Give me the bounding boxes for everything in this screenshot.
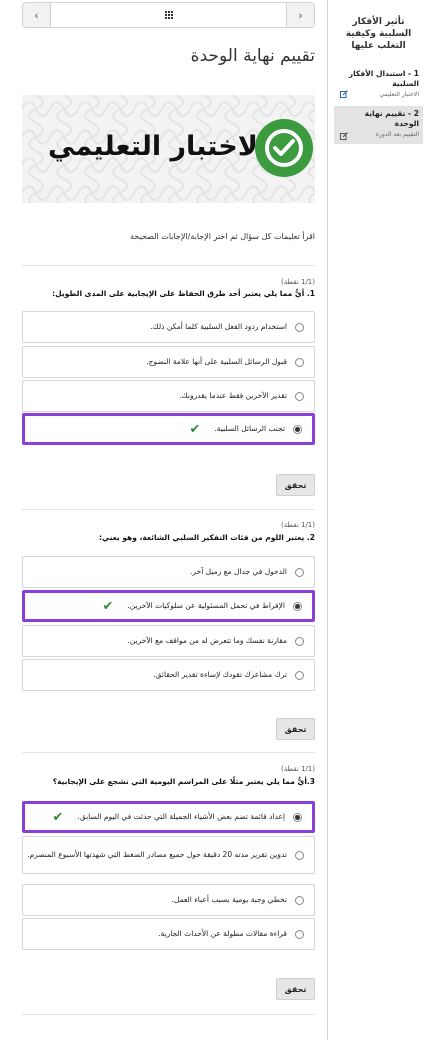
unit-navigation: ‹ › [22, 2, 315, 28]
option-label: إعداد قائمة تضم بعض الأشياء الجميلة التي… [77, 812, 285, 821]
option-label: قراءة مقالات مطولة عن الأحداث الجارية. [158, 929, 287, 938]
option-label: تخطي وجبة يومية بسبب أعباء العمل. [171, 895, 288, 904]
unit-menu-button[interactable] [51, 3, 286, 27]
radio-button[interactable] [295, 391, 304, 401]
separator [22, 1014, 315, 1015]
quiz-banner: الاختبار التعليمي [22, 95, 315, 203]
option-label: ترك مشاعرك تقودك لإساءة تقدير الحقائق. [153, 670, 287, 679]
option-label: استخدام ردود الفعل السلبية كلما أمكن ذلك… [150, 322, 287, 331]
question-3-option-1[interactable]: إعداد قائمة تضم بعض الأشياء الجميلة التي… [22, 801, 315, 833]
question-1-option-1[interactable]: استخدام ردود الفعل السلبية كلما أمكن ذلك… [22, 311, 315, 343]
radio-button[interactable] [295, 322, 304, 332]
option-label: تدوين تقرير مدته 20 دقيقة حول جميع مصادر… [27, 850, 287, 859]
option-label: تجنب الرسائل السلبية. [214, 424, 285, 433]
separator [22, 509, 315, 510]
sidebar-item-subtitle: التقييم بعد الدورة [375, 130, 419, 138]
radio-button-selected[interactable] [293, 424, 302, 434]
question-2-points: (1/1 نقطة) [281, 521, 315, 529]
check-answer-button[interactable]: تحقق [276, 978, 315, 1000]
question-2-option-3[interactable]: مقارنة نفسك وما تتعرض له من مواقف مع الآ… [22, 625, 315, 657]
radio-button-selected[interactable] [293, 812, 302, 822]
separator [22, 752, 315, 753]
option-label: قبول الرسائل السلبية على أنها علامة النض… [146, 357, 287, 366]
option-label: الإفراط في تحمل المسئولية عن سلوكيات الآ… [127, 601, 285, 610]
sidebar-item-unit-2[interactable]: 2 - تقييم نهاية الوحدة التقييم بعد الدور… [334, 106, 423, 144]
correct-check-icon: ✔ [52, 809, 64, 825]
sidebar-title: تأثير الأفكار السلبية وكيفية التغلب عليه… [345, 17, 412, 52]
correct-check-icon: ✔ [189, 421, 201, 437]
question-3-option-3[interactable]: تخطي وجبة يومية بسبب أعباء العمل. [22, 884, 315, 916]
question-2-option-4[interactable]: ترك مشاعرك تقودك لإساءة تقدير الحقائق. [22, 659, 315, 691]
radio-button[interactable] [295, 636, 304, 646]
question-2-option-1[interactable]: الدخول في جدال مع زميل آخر. [22, 556, 315, 588]
question-2-option-2[interactable]: الإفراط في تحمل المسئولية عن سلوكيات الآ… [22, 590, 315, 622]
question-3-text: 3.أيٌّ مما يلي يعتبر مثلًا على المراسم ا… [52, 777, 315, 786]
check-badge-icon [255, 119, 313, 177]
chevron-left-icon: ‹ [34, 8, 39, 22]
sidebar-item-label: 2 - تقييم نهاية الوحدة [364, 109, 419, 128]
question-2-text: 2. يعتبر اللوم من فئات التفكير السلبي ال… [99, 533, 315, 542]
chevron-right-icon: › [298, 8, 303, 22]
question-1-points: (1/1 نقطة) [281, 278, 315, 286]
edit-icon [340, 132, 348, 140]
radio-button[interactable] [295, 850, 304, 860]
question-3-option-4[interactable]: قراءة مقالات مطولة عن الأحداث الجارية. [22, 918, 315, 950]
previous-button[interactable]: ‹ [23, 3, 51, 27]
radio-button[interactable] [295, 895, 304, 905]
option-label: الدخول في جدال مع زميل آخر. [190, 567, 287, 576]
radio-button[interactable] [295, 670, 304, 680]
option-label: تقدير الآخرين فقط عندما يقدرونك. [179, 391, 287, 400]
question-3-option-2[interactable]: تدوين تقرير مدته 20 دقيقة حول جميع مصادر… [22, 836, 315, 874]
radio-button-selected[interactable] [293, 601, 302, 611]
sidebar-item-subtitle: الاختبار التعليمي [379, 90, 419, 98]
question-3-points: (1/1 نقطة) [281, 765, 315, 773]
check-answer-button[interactable]: تحقق [276, 718, 315, 740]
next-button[interactable]: › [286, 3, 314, 27]
page-title: تقييم نهاية الوحدة [190, 46, 315, 66]
banner-title: الاختبار التعليمي [48, 131, 268, 162]
option-label: مقارنة نفسك وما تتعرض له من مواقف مع الآ… [127, 636, 287, 645]
sidebar-item-unit-1[interactable]: 1 - استبدال الأفكار السلبية الاختبار الت… [334, 66, 423, 102]
course-outline-sidebar: تأثير الأفكار السلبية وكيفية التغلب عليه… [328, 0, 429, 1040]
check-answer-button[interactable]: تحقق [276, 474, 315, 496]
edit-icon [340, 90, 348, 98]
radio-button[interactable] [295, 567, 304, 577]
question-1-option-2[interactable]: قبول الرسائل السلبية على أنها علامة النض… [22, 346, 315, 378]
sidebar-item-label: 1 - استبدال الأفكار السلبية [348, 69, 419, 88]
radio-button[interactable] [295, 929, 304, 939]
instructions: اقرأ تعليمات كل سؤال ثم اختر الإجابة/الإ… [130, 232, 315, 241]
separator [22, 265, 315, 266]
radio-button[interactable] [295, 357, 304, 367]
question-1-text: 1. أيٌّ مما يلي يعتبر أحد طرق الحفاظ على… [52, 289, 315, 298]
question-1-option-4[interactable]: تجنب الرسائل السلبية. ✔ [22, 413, 315, 445]
main-content: ‹ › تقييم نهاية الوحدة الاختبار التعليمي [0, 0, 327, 1040]
grid-icon [164, 11, 173, 19]
correct-check-icon: ✔ [102, 598, 114, 614]
question-1-option-3[interactable]: تقدير الآخرين فقط عندما يقدرونك. [22, 380, 315, 412]
